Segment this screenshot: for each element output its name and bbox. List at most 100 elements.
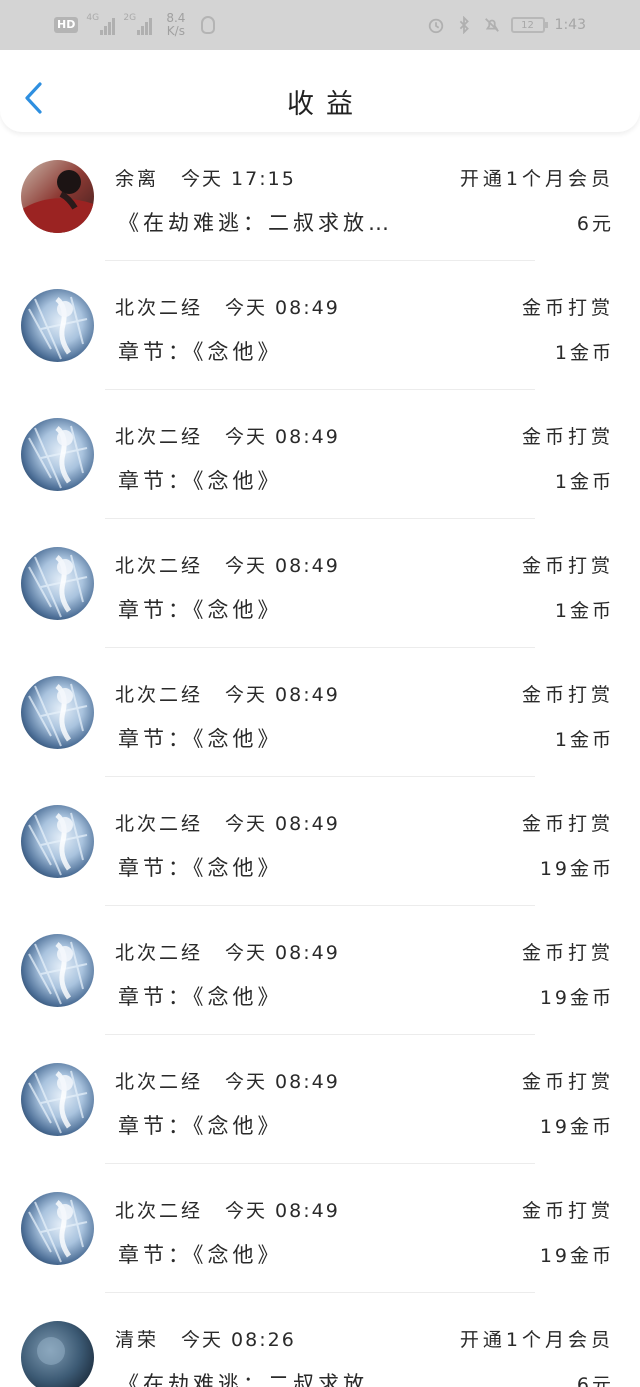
signal-icon-sim2: 2G xyxy=(123,13,153,35)
record-type: 金币打赏 xyxy=(521,1071,614,1093)
hd-icon: HD xyxy=(54,17,79,33)
qq-icon xyxy=(201,16,216,34)
avatar-white-hair[interactable] xyxy=(21,289,94,362)
record-sender: 北次二经 今天 08:49 xyxy=(115,680,340,707)
income-record[interactable]: 北次二经 今天 08:49 金币打赏 章节：《念他》 1金币 xyxy=(0,390,640,519)
record-detail: 《在劫难逃：二叔求放… xyxy=(118,1372,393,1387)
income-record[interactable]: 北次二经 今天 08:49 金币打赏 章节：《念他》 19金币 xyxy=(0,906,640,1035)
record-detail: 章节：《念他》 xyxy=(118,1243,283,1267)
sender-name: 北次二经 xyxy=(115,942,204,964)
record-time: 今天 08:49 xyxy=(225,297,340,319)
alarm-icon xyxy=(428,18,443,34)
record-sender: 北次二经 今天 08:49 xyxy=(115,422,340,449)
signal-icon-sim1: 4G xyxy=(86,13,116,35)
record-time: 今天 08:26 xyxy=(181,1329,296,1351)
avatar-red-cloak[interactable] xyxy=(21,160,94,233)
income-record[interactable]: 北次二经 今天 08:49 金币打赏 章节：《念他》 1金币 xyxy=(0,261,640,390)
record-detail: 章节：《念他》 xyxy=(118,598,283,622)
bluetooth-icon xyxy=(459,16,469,34)
record-amount: 1金币 xyxy=(554,342,614,364)
record-type: 开通1个月会员 xyxy=(459,1329,614,1351)
sender-name: 北次二经 xyxy=(115,426,204,448)
record-type: 金币打赏 xyxy=(521,813,614,835)
record-sender: 余离 今天 17:15 xyxy=(115,164,296,191)
record-amount: 19金币 xyxy=(539,858,614,880)
clock: 1:43 xyxy=(554,17,586,33)
record-sender: 北次二经 今天 08:49 xyxy=(115,293,340,320)
record-time: 今天 08:49 xyxy=(225,555,340,577)
sim2-label: 2G xyxy=(123,13,137,23)
record-detail: 章节：《念他》 xyxy=(118,727,283,751)
record-amount: 6元 xyxy=(576,1374,614,1387)
record-amount: 1金币 xyxy=(554,729,614,751)
record-sender: 北次二经 今天 08:49 xyxy=(115,1067,340,1094)
record-detail: 章节：《念他》 xyxy=(118,469,283,493)
income-record[interactable]: 清荣 今天 08:26 开通1个月会员 《在劫难逃：二叔求放… 6元 xyxy=(0,1293,640,1387)
record-time: 今天 08:49 xyxy=(225,1071,340,1093)
record-amount: 19金币 xyxy=(539,1245,614,1267)
income-record[interactable]: 北次二经 今天 08:49 金币打赏 章节：《念他》 19金币 xyxy=(0,1035,640,1164)
record-type: 金币打赏 xyxy=(521,684,614,706)
avatar-white-hair[interactable] xyxy=(21,805,94,878)
sim1-label: 4G xyxy=(86,13,100,23)
record-amount: 19金币 xyxy=(539,1116,614,1138)
record-detail: 章节：《念他》 xyxy=(118,856,283,880)
battery-icon: 12 xyxy=(510,17,548,33)
record-amount: 1金币 xyxy=(554,600,614,622)
record-detail: 章节：《念他》 xyxy=(118,1114,283,1138)
app-header: 收益 xyxy=(0,50,640,132)
record-sender: 北次二经 今天 08:49 xyxy=(115,551,340,578)
income-record[interactable]: 北次二经 今天 08:49 金币打赏 章节：《念他》 19金币 xyxy=(0,1164,640,1293)
record-sender: 北次二经 今天 08:49 xyxy=(115,809,340,836)
income-record[interactable]: 余离 今天 17:15 开通1个月会员 《在劫难逃：二叔求放… 6元 xyxy=(0,132,640,261)
record-type: 金币打赏 xyxy=(521,297,614,319)
sender-name: 北次二经 xyxy=(115,813,204,835)
avatar-white-hair[interactable] xyxy=(21,1063,94,1136)
record-amount: 19金币 xyxy=(539,987,614,1009)
record-type: 金币打赏 xyxy=(521,426,614,448)
record-sender: 北次二经 今天 08:49 xyxy=(115,938,340,965)
avatar-white-hair[interactable] xyxy=(21,934,94,1007)
record-detail: 《在劫难逃：二叔求放… xyxy=(118,211,393,235)
avatar-white-hair[interactable] xyxy=(21,418,94,491)
avatar-white-hair[interactable] xyxy=(21,547,94,620)
sender-name: 北次二经 xyxy=(115,1071,204,1093)
record-time: 今天 08:49 xyxy=(225,942,340,964)
income-record[interactable]: 北次二经 今天 08:49 金币打赏 章节：《念他》 1金币 xyxy=(0,519,640,648)
record-time: 今天 08:49 xyxy=(225,1200,340,1222)
avatar-white-hair[interactable] xyxy=(21,676,94,749)
sender-name: 北次二经 xyxy=(115,555,204,577)
sender-name: 余离 xyxy=(115,168,160,190)
record-amount: 1金币 xyxy=(554,471,614,493)
sender-name: 北次二经 xyxy=(115,684,204,706)
income-list: 余离 今天 17:15 开通1个月会员 《在劫难逃：二叔求放… 6元 北次二经 今天… xyxy=(0,132,640,1387)
record-sender: 清荣 今天 08:26 xyxy=(115,1325,296,1352)
sender-name: 清荣 xyxy=(115,1329,160,1351)
record-amount: 6元 xyxy=(576,213,614,235)
avatar-white-hair[interactable] xyxy=(21,1192,94,1265)
record-detail: 章节：《念他》 xyxy=(118,985,283,1009)
income-record[interactable]: 北次二经 今天 08:49 金币打赏 章节：《念他》 1金币 xyxy=(0,648,640,777)
record-type: 开通1个月会员 xyxy=(459,168,614,190)
status-left: HD 4G 2G 8.4 K/s xyxy=(54,0,216,50)
status-right: 12 1:43 xyxy=(427,0,586,50)
mute-bell-icon xyxy=(484,18,499,32)
sender-name: 北次二经 xyxy=(115,1200,204,1222)
record-type: 金币打赏 xyxy=(521,942,614,964)
record-time: 今天 08:49 xyxy=(225,684,340,706)
speed-unit: K/s xyxy=(166,24,185,38)
record-detail: 章节：《念他》 xyxy=(118,340,283,364)
page-title: 收益 xyxy=(287,89,365,120)
record-time: 今天 17:15 xyxy=(181,168,296,190)
record-time: 今天 08:49 xyxy=(225,426,340,448)
record-type: 金币打赏 xyxy=(521,1200,614,1222)
sender-name: 北次二经 xyxy=(115,297,204,319)
record-type: 金币打赏 xyxy=(521,555,614,577)
speed-value: 8.4 xyxy=(166,11,186,25)
record-sender: 北次二经 今天 08:49 xyxy=(115,1196,340,1223)
income-record[interactable]: 北次二经 今天 08:49 金币打赏 章节：《念他》 19金币 xyxy=(0,777,640,906)
avatar-dark-blue[interactable] xyxy=(21,1321,94,1387)
network-speed: 8.4 K/s xyxy=(166,12,185,38)
record-time: 今天 08:49 xyxy=(225,813,340,835)
status-bar: HD 4G 2G 8.4 K/s 12 1:43 xyxy=(0,0,640,50)
